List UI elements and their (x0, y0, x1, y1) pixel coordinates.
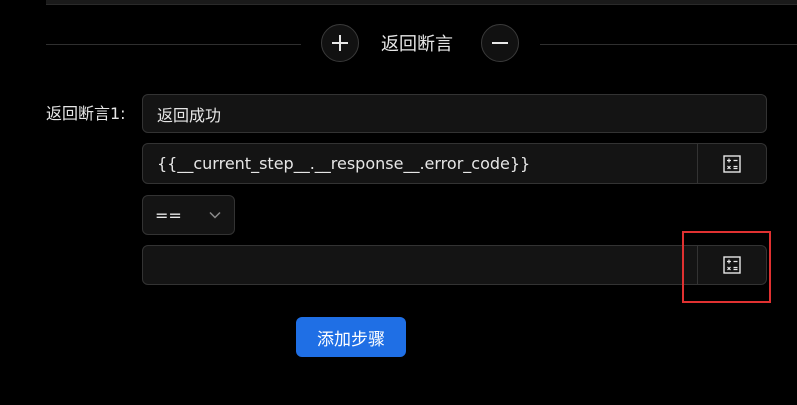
assertion-expression-input[interactable]: {{__current_step__.__response__.error_co… (142, 143, 698, 184)
add-step-button[interactable]: 添加步骤 (296, 317, 406, 357)
minus-icon (492, 42, 508, 44)
assertion-name-input[interactable]: 返回成功 (142, 94, 767, 133)
remove-assertion-button[interactable] (481, 24, 519, 62)
operator-select-value: == (155, 205, 182, 225)
calculator-icon (723, 154, 741, 173)
previous-panel-edge (46, 0, 797, 5)
section-divider-right (540, 44, 797, 45)
add-assertion-button[interactable] (321, 24, 359, 62)
expression-variable-button[interactable] (698, 143, 767, 184)
highlight-annotation-box (682, 231, 771, 303)
section-divider-left (46, 44, 301, 45)
section-title: 返回断言 (381, 34, 453, 55)
plus-icon (332, 35, 348, 51)
chevron-down-icon (209, 211, 221, 219)
expected-value-input[interactable] (142, 245, 698, 285)
assertion-label: 返回断言1: (46, 104, 126, 123)
operator-select[interactable]: == (142, 195, 235, 235)
